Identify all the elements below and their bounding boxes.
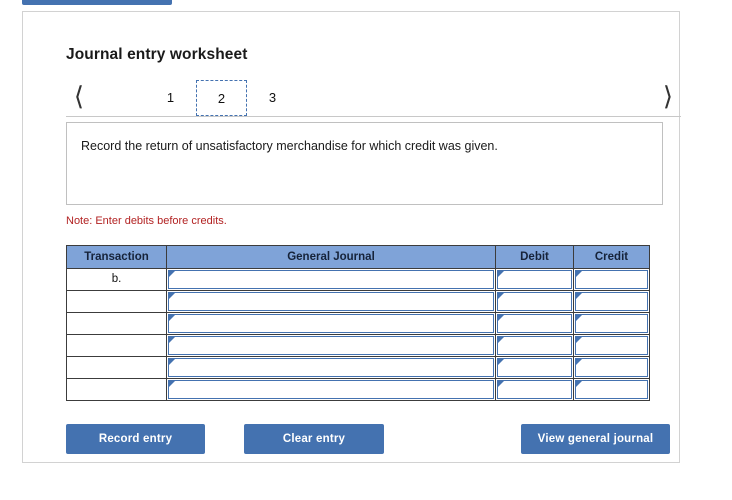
cell-debit[interactable]: [495, 334, 574, 357]
chevron-left-icon[interactable]: ⟨: [66, 82, 92, 112]
general-journal-input[interactable]: [168, 292, 494, 311]
pager-page-3[interactable]: 3: [247, 80, 298, 116]
cell-debit[interactable]: [495, 268, 574, 291]
page-root: Journal entry worksheet ⟨ 1 2 3 ⟩ Record…: [0, 0, 732, 500]
debit-input[interactable]: [497, 380, 572, 399]
debit-input[interactable]: [497, 270, 572, 289]
general-journal-input[interactable]: [168, 270, 494, 289]
credit-input[interactable]: [575, 314, 648, 333]
cell-transaction[interactable]: [66, 312, 167, 335]
debit-input[interactable]: [497, 358, 572, 377]
cell-general-journal[interactable]: [166, 290, 496, 313]
debit-input[interactable]: [497, 336, 572, 355]
table-row: [66, 356, 650, 379]
cell-general-journal[interactable]: [166, 378, 496, 401]
transaction-label: b.: [111, 273, 122, 285]
page-title: Journal entry worksheet: [66, 46, 248, 63]
general-journal-input[interactable]: [168, 358, 494, 377]
prompt-text: Record the return of unsatisfactory merc…: [81, 139, 498, 153]
pager-page-1[interactable]: 1: [145, 80, 196, 116]
chevron-right-icon[interactable]: ⟩: [655, 82, 681, 112]
credit-input[interactable]: [575, 292, 648, 311]
cell-credit[interactable]: [573, 334, 650, 357]
credit-input[interactable]: [575, 270, 648, 289]
cell-debit[interactable]: [495, 290, 574, 313]
general-journal-input[interactable]: [168, 336, 494, 355]
cell-transaction[interactable]: [66, 378, 167, 401]
cell-general-journal[interactable]: [166, 334, 496, 357]
cell-debit[interactable]: [495, 312, 574, 335]
cell-credit[interactable]: [573, 312, 650, 335]
pager-page-2[interactable]: 2: [196, 80, 247, 116]
journal-entry-card: Journal entry worksheet ⟨ 1 2 3 ⟩ Record…: [22, 11, 681, 463]
cell-general-journal[interactable]: [166, 268, 496, 291]
debit-input[interactable]: [497, 314, 572, 333]
cell-credit[interactable]: [573, 378, 650, 401]
cell-credit[interactable]: [573, 268, 650, 291]
table-row: [66, 290, 650, 313]
table-row: [66, 334, 650, 357]
pager-divider: [66, 116, 681, 117]
column-header-general-journal: General Journal: [166, 245, 496, 269]
cell-debit[interactable]: [495, 356, 574, 379]
prompt-box: Record the return of unsatisfactory merc…: [66, 122, 663, 205]
table-row: b.: [66, 268, 650, 291]
debits-before-credits-note: Note: Enter debits before credits.: [66, 215, 227, 227]
clear-entry-button[interactable]: Clear entry: [244, 424, 384, 454]
debit-input[interactable]: [497, 292, 572, 311]
cell-debit[interactable]: [495, 378, 574, 401]
record-entry-button[interactable]: Record entry: [66, 424, 205, 454]
table-row: [66, 312, 650, 335]
general-journal-input[interactable]: [168, 380, 494, 399]
credit-input[interactable]: [575, 380, 648, 399]
general-journal-input[interactable]: [168, 314, 494, 333]
cell-transaction[interactable]: [66, 290, 167, 313]
table-row: [66, 378, 650, 401]
cell-general-journal[interactable]: [166, 312, 496, 335]
cell-general-journal[interactable]: [166, 356, 496, 379]
cell-credit[interactable]: [573, 290, 650, 313]
cell-credit[interactable]: [573, 356, 650, 379]
column-header-credit: Credit: [573, 245, 650, 269]
cell-transaction[interactable]: [66, 334, 167, 357]
worksheet-pager: ⟨ 1 2 3 ⟩: [66, 80, 681, 118]
column-header-debit: Debit: [495, 245, 574, 269]
journal-entry-table: Transaction General Journal Debit Credit…: [66, 245, 650, 401]
cell-transaction[interactable]: [66, 356, 167, 379]
credit-input[interactable]: [575, 336, 648, 355]
table-header-row: Transaction General Journal Debit Credit: [66, 245, 650, 269]
cell-transaction: b.: [66, 268, 167, 291]
top-tab-strip[interactable]: [22, 0, 172, 5]
view-general-journal-button[interactable]: View general journal: [521, 424, 670, 454]
column-header-transaction: Transaction: [66, 245, 167, 269]
credit-input[interactable]: [575, 358, 648, 377]
